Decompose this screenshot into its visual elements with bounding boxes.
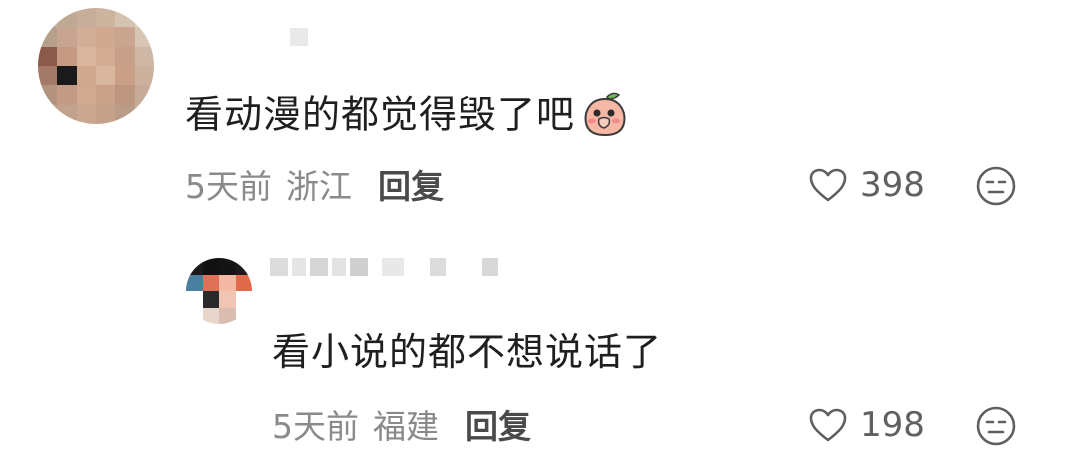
like-count: 398 [860, 165, 925, 205]
heart-outline-icon [809, 408, 847, 442]
comment-region: 浙江 [286, 167, 352, 206]
heart-outline-icon [809, 168, 847, 202]
neutral-face-icon [976, 166, 1016, 206]
reply-avatar[interactable] [186, 258, 252, 324]
comment-time: 5天前 [185, 167, 272, 206]
peach-covering-mouth-sticker-icon [581, 91, 629, 143]
reply-like-button[interactable]: 198 [808, 407, 925, 443]
avatar[interactable] [38, 8, 154, 124]
neutral-face-icon [976, 406, 1016, 446]
reply-username-redacted[interactable] [270, 258, 498, 276]
like-button[interactable]: 398 [808, 167, 925, 203]
username-redacted[interactable] [290, 28, 308, 46]
reply-meta: 5天前 福建 回复 [272, 410, 531, 443]
reply-region: 福建 [373, 407, 439, 446]
comment-meta: 5天前 浙江 回复 [185, 170, 444, 203]
comment-body: 看动漫的都觉得毁了吧 [185, 92, 576, 137]
reply-dislike-button[interactable] [974, 404, 1018, 452]
reply-time: 5天前 [272, 407, 359, 446]
reply-reply-button[interactable]: 回复 [465, 410, 531, 443]
dislike-button[interactable] [974, 164, 1018, 212]
reply-button[interactable]: 回复 [378, 170, 444, 203]
comment-thread: 看动漫的都觉得毁了吧 5天前 浙江 回复 398 看小说的都不想说话了 5天前 … [0, 0, 1080, 455]
comment-text: 看动漫的都觉得毁了吧 [185, 91, 629, 143]
reply-like-count: 198 [860, 405, 925, 445]
reply-text: 看小说的都不想说话了 [272, 330, 663, 374]
